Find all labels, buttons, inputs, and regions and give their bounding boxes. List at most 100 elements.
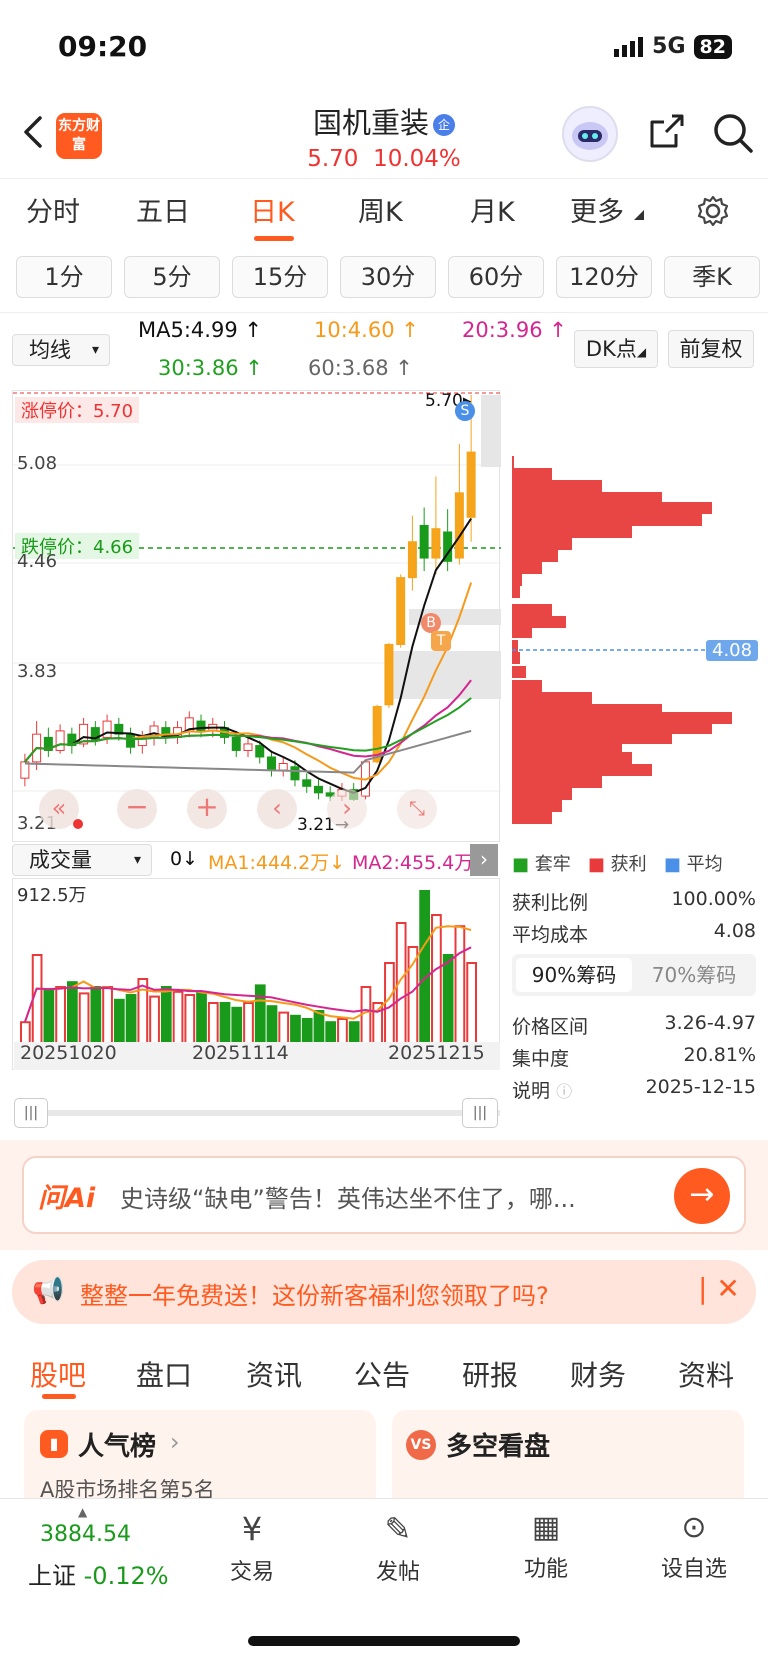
- tab-research[interactable]: 研报: [462, 1354, 518, 1394]
- chart-icon: ▮: [40, 1430, 68, 1458]
- index-value[interactable]: 3884.54: [40, 1522, 131, 1547]
- tab-order-book[interactable]: 盘口: [136, 1354, 192, 1394]
- minute-30-button[interactable]: 30分: [340, 256, 436, 298]
- up-triangle-icon: ▲: [78, 1505, 88, 1519]
- chip-bar: [512, 800, 562, 812]
- volume-selector[interactable]: 成交量 ▾: [12, 844, 152, 876]
- tick-label: 5.08: [17, 453, 58, 474]
- info-icon[interactable]: ⓘ: [556, 1082, 572, 1101]
- adjust-button[interactable]: 前复权: [668, 330, 754, 368]
- expand-arrow-icon[interactable]: ›: [470, 844, 498, 876]
- candle-body: [302, 779, 312, 787]
- search-icon[interactable]: [712, 112, 754, 154]
- candle-body: [454, 492, 464, 559]
- tab-daily-k[interactable]: 日K: [250, 190, 295, 229]
- promo-banner[interactable]: 📢 整整一年免费送！这份新客福利您领取了吗? | ✕: [12, 1260, 756, 1324]
- vol-ma1: MA1:444.2万↓: [208, 852, 346, 874]
- close-icon[interactable]: | ✕: [698, 1272, 740, 1305]
- volume-bar: [442, 954, 454, 1052]
- tab-profile[interactable]: 资料: [678, 1354, 734, 1394]
- tab-weekly-k[interactable]: 周K: [358, 190, 403, 229]
- candle-body: [196, 720, 206, 732]
- legend-average: 平均: [686, 854, 723, 875]
- avg-cost-marker: 4.08: [706, 640, 759, 661]
- ai-logo: 问Ai: [38, 1183, 96, 1214]
- tab-finance[interactable]: 财务: [570, 1354, 626, 1394]
- robot-avatar-icon[interactable]: [562, 106, 618, 162]
- zoom-out-icon[interactable]: −: [117, 789, 157, 829]
- range-handle-right[interactable]: |||: [462, 1098, 498, 1128]
- popularity-title: 人气榜: [78, 1432, 157, 1462]
- tab-intraday[interactable]: 分时: [26, 190, 80, 229]
- tab-more[interactable]: 更多: [570, 190, 624, 229]
- promo-text: 整整一年免费送！这份新客福利您领取了吗?: [80, 1282, 549, 1310]
- ma-selector[interactable]: 均线 ▾: [12, 334, 110, 366]
- share-icon[interactable]: [646, 112, 686, 152]
- tab-announcements[interactable]: 公告: [354, 1354, 410, 1394]
- bull-bear-card[interactable]: VS 多空看盘: [392, 1410, 744, 1510]
- nav-watchlist[interactable]: ⊙ 设自选: [634, 1510, 754, 1583]
- settings-gear-icon[interactable]: [696, 194, 730, 228]
- buy-marker[interactable]: B: [421, 613, 441, 633]
- ma-selector-label: 均线: [29, 338, 71, 362]
- status-indicators: 5G 82: [614, 34, 732, 59]
- minute-60-button[interactable]: 60分: [448, 256, 544, 298]
- zoom-in-icon[interactable]: +: [187, 789, 227, 829]
- stock-price: 5.70: [307, 146, 359, 172]
- chevron-right-icon: ›: [170, 1428, 180, 1456]
- index-line[interactable]: 上证 -0.12%: [28, 1556, 169, 1591]
- nav-trade[interactable]: ¥ 交易: [192, 1510, 312, 1586]
- candle-body: [55, 730, 65, 751]
- volume-bar: [431, 914, 442, 1052]
- tab-news[interactable]: 资讯: [246, 1354, 302, 1394]
- tab-five-day[interactable]: 五日: [136, 190, 190, 229]
- chip-tab-90[interactable]: 90%筹码: [516, 958, 632, 992]
- chip-bar: [512, 550, 558, 562]
- sell-marker[interactable]: S: [455, 401, 475, 421]
- tab-monthly-k[interactable]: 月K: [470, 190, 515, 229]
- vol-zero: 0↓: [170, 848, 199, 870]
- quarter-k-button[interactable]: 季K: [664, 256, 760, 298]
- dk-point-button[interactable]: DK点◢: [574, 330, 658, 368]
- candle-body: [266, 756, 276, 771]
- popularity-card[interactable]: ▮ 人气榜 › A股市场排名第5名: [24, 1410, 376, 1510]
- legend-trapped: 套牢: [534, 854, 571, 875]
- tab-forum[interactable]: 股吧: [30, 1354, 86, 1394]
- kline-chart[interactable]: 涨停价：5.70 跌停价：4.66 5.08 4.46 3.83 3.21 5.…: [12, 390, 501, 842]
- nav-label: 交易: [229, 1560, 274, 1585]
- nav-functions[interactable]: ▦ 功能: [486, 1510, 606, 1583]
- candle-body: [396, 577, 406, 645]
- record-dot-icon: [73, 819, 83, 829]
- tick-label: 4.46: [17, 551, 58, 572]
- date-label: 20251215: [388, 1042, 485, 1064]
- volume-selector-label: 成交量: [29, 848, 92, 872]
- minute-15-button[interactable]: 15分: [232, 256, 328, 298]
- t-marker[interactable]: T: [431, 631, 451, 651]
- ai-question-bar[interactable]: 问Ai 史诗级“缺电”警告！英伟达坐不住了，哪... →: [22, 1156, 746, 1234]
- minute-120-button[interactable]: 120分: [556, 256, 652, 298]
- scroll-left-icon[interactable]: ‹: [257, 789, 297, 829]
- chip-row: 集中度 20.81%: [512, 1044, 756, 1070]
- scroll-right-icon[interactable]: ›: [327, 789, 367, 829]
- minute-5-button[interactable]: 5分: [124, 256, 220, 298]
- minute-1-button[interactable]: 1分: [16, 256, 112, 298]
- chip-row: 获利比例 100.00%: [512, 888, 756, 914]
- ma10-value: 10:4.60 ↑: [314, 318, 419, 342]
- caret-down-icon: ▾: [91, 342, 99, 358]
- forum-underline: [42, 1394, 76, 1399]
- chip-tab-70[interactable]: 70%筹码: [636, 958, 752, 992]
- nav-post[interactable]: ✎ 发帖: [338, 1510, 458, 1586]
- ai-go-arrow-icon[interactable]: →: [674, 1168, 730, 1224]
- chip-bar: [512, 526, 632, 538]
- chip-tabs: 90%筹码 70%筹码: [512, 954, 756, 996]
- chip-bar: [512, 538, 572, 550]
- fullscreen-icon[interactable]: ⤡: [397, 789, 437, 829]
- home-indicator: [248, 1636, 520, 1646]
- range-handle-left[interactable]: |||: [14, 1098, 48, 1128]
- chip-legend: ■ 套牢 ■ 获利 ■ 平均: [512, 854, 723, 875]
- limit-up-label: 涨停价：5.70: [15, 397, 140, 423]
- battery-icon: 82: [693, 34, 732, 59]
- chip-bar: [512, 562, 542, 574]
- vs-icon: VS: [406, 1430, 436, 1460]
- caret-down-icon: ▾: [133, 852, 141, 868]
